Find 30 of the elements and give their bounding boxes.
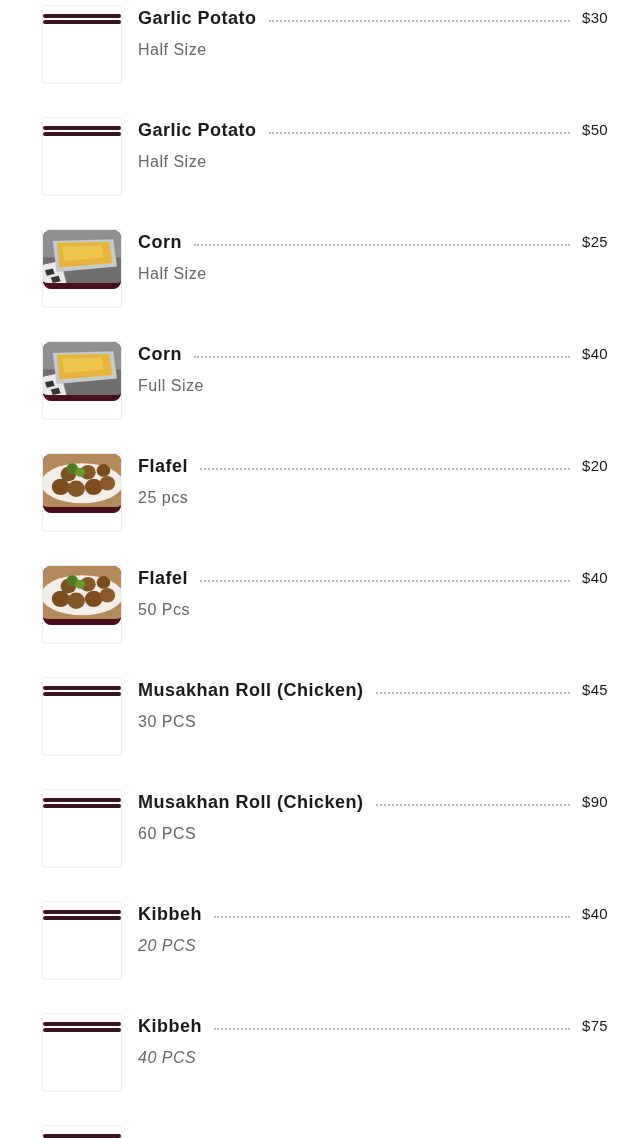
item-title: Kibbeh: [138, 1015, 202, 1038]
item-price: $75: [582, 1016, 608, 1037]
item-price: $20: [582, 456, 608, 477]
item-description: Half Size: [138, 264, 208, 284]
item-description: Full Size: [138, 376, 205, 396]
item-title: Corn: [138, 231, 182, 254]
item-price: $40: [582, 904, 608, 925]
item-description: 50 Pcs: [138, 600, 191, 620]
item-price: $40: [582, 344, 608, 365]
item-price: $50: [582, 120, 608, 141]
item-price: $25: [582, 232, 608, 253]
item-description: Half Size: [138, 40, 208, 60]
item-title: Corn: [138, 343, 182, 366]
item-title: Garlic Potato: [138, 119, 257, 142]
item-title: Kibbeh: [138, 903, 202, 926]
item-description: 25 pcs: [138, 488, 190, 508]
item-description: 30 PCS: [138, 712, 198, 732]
item-title: Flafel: [138, 455, 188, 478]
item-description: 40 PCS: [138, 1048, 198, 1068]
item-price: $30: [582, 8, 608, 29]
item-title: Musakhan Roll (Chicken): [138, 679, 364, 702]
item-description: 20 PCS: [138, 936, 198, 956]
item-price: $40: [582, 568, 608, 589]
item-title: Garlic Potato: [138, 7, 257, 30]
item-title: Flafel: [138, 567, 188, 590]
item-description: Half Size: [138, 152, 208, 172]
item-description: 60 PCS: [138, 824, 198, 844]
item-title: Musakhan Roll (Chicken): [138, 791, 364, 814]
item-price: $45: [582, 680, 608, 701]
item-price: $90: [582, 792, 608, 813]
